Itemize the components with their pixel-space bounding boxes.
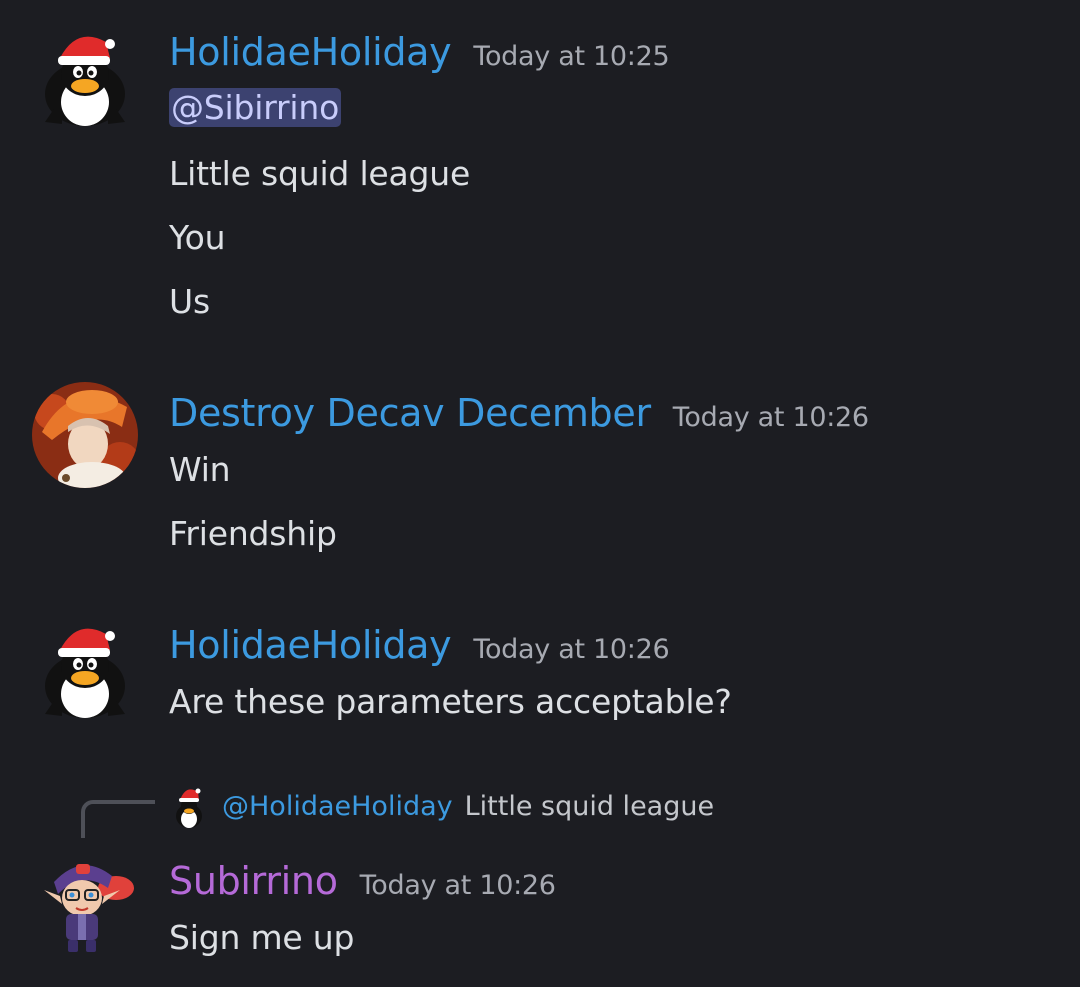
- username[interactable]: Destroy Decav December: [169, 391, 651, 435]
- message-header: Destroy Decav December Today at 10:26: [169, 391, 869, 435]
- timestamp: Today at 10:26: [359, 870, 556, 901]
- message-line: Are these parameters acceptable?: [169, 682, 732, 721]
- squid-kid-avatar-icon: [44, 864, 134, 952]
- timestamp: Today at 10:26: [473, 634, 670, 665]
- santa-penguin-avatar-icon: [176, 788, 202, 828]
- author-avatar[interactable]: [32, 382, 138, 488]
- username[interactable]: Subirrino: [169, 859, 338, 903]
- message-line: Us: [169, 282, 210, 321]
- message-line: You: [169, 218, 226, 257]
- author-avatar[interactable]: [32, 22, 138, 128]
- message-header: HolidaeHoliday Today at 10:25: [169, 30, 670, 74]
- username[interactable]: HolidaeHoliday: [169, 623, 452, 667]
- message-header: Subirrino Today at 10:26: [169, 859, 556, 903]
- santa-penguin-avatar-icon: [45, 36, 125, 126]
- username[interactable]: HolidaeHoliday: [169, 30, 452, 74]
- user-mention[interactable]: @Sibirrino: [169, 88, 342, 127]
- timestamp: Today at 10:26: [672, 402, 869, 433]
- author-avatar[interactable]: [32, 850, 138, 956]
- message-header: HolidaeHoliday Today at 10:26: [169, 623, 670, 667]
- message-line: Sign me up: [169, 918, 355, 957]
- anime-character-avatar-icon: [32, 382, 138, 488]
- message-line: Little squid league: [169, 154, 471, 193]
- reply-preview[interactable]: @HolidaeHoliday Little squid league: [172, 782, 714, 830]
- author-avatar[interactable]: [32, 614, 138, 720]
- timestamp: Today at 10:25: [473, 41, 670, 72]
- reply-text: Little squid league: [464, 790, 715, 822]
- reply-author[interactable]: @HolidaeHoliday: [222, 791, 453, 822]
- reply-spine: [81, 800, 155, 838]
- reply-avatar: [172, 782, 206, 830]
- message-line: Win: [169, 450, 231, 489]
- santa-penguin-avatar-icon: [45, 628, 125, 718]
- message-line: Friendship: [169, 514, 337, 553]
- message-content: @Sibirrino: [169, 88, 342, 127]
